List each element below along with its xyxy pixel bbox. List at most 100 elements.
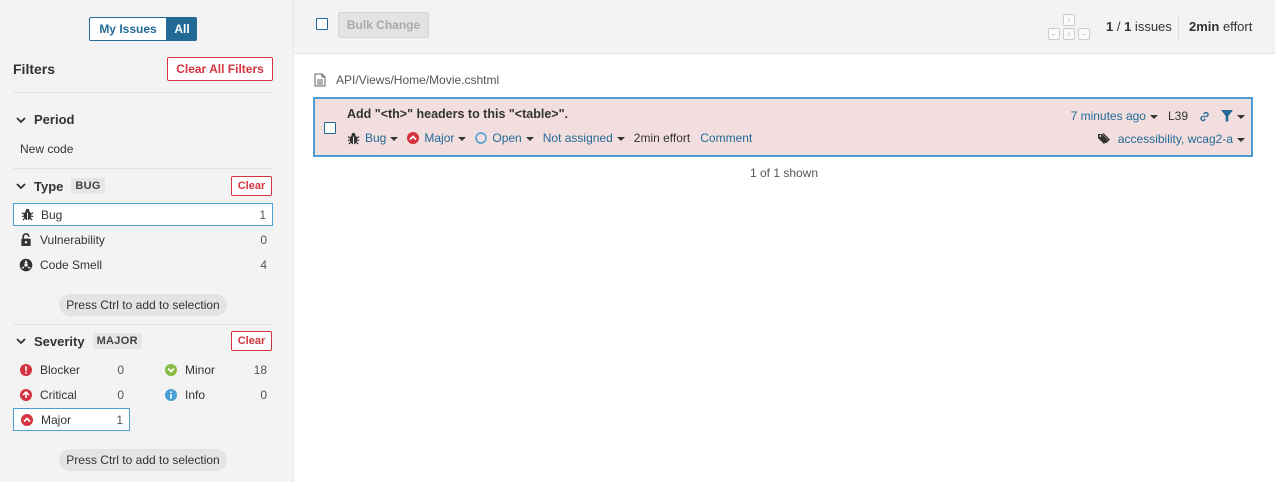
issue-effort: 2min effort: [633, 131, 691, 145]
permalink-icon[interactable]: [1198, 110, 1211, 123]
issue-status-dropdown[interactable]: Open: [475, 131, 534, 145]
type-item-label: Bug: [41, 207, 63, 222]
severity-item-count: 1: [116, 412, 123, 427]
major-icon: [20, 413, 34, 427]
severity-item-label: Info: [185, 387, 206, 402]
arrow-right-key-icon: →: [1078, 28, 1090, 40]
severity-clear-button[interactable]: Clear: [231, 331, 272, 351]
issue-checkbox[interactable]: [324, 122, 336, 134]
chevron-down-icon: [16, 116, 26, 123]
severity-badge: MAJOR: [92, 333, 142, 349]
keyboard-shortcuts-hint: ↑ ← ↓ →: [1048, 14, 1090, 42]
file-path-label: API/Views/Home/Movie.cshtml: [336, 73, 500, 87]
shown-count: 1 of 1 shown: [749, 166, 819, 180]
issue-severity-label: Major: [424, 131, 455, 145]
my-issues-button[interactable]: My Issues: [89, 17, 167, 41]
blocker-icon: [19, 363, 33, 377]
caret-down-icon: [458, 137, 467, 141]
issue-time-dropdown[interactable]: 7 minutes ago: [1071, 109, 1158, 123]
severity-item-label: Blocker: [40, 362, 81, 377]
severity-item-info[interactable]: Info 0: [158, 383, 273, 406]
type-item-count: 4: [260, 257, 267, 272]
type-item-label: Code Smell: [40, 257, 103, 272]
chevron-down-icon: [16, 183, 26, 190]
period-title: Period: [34, 112, 75, 127]
issue-tags-dropdown[interactable]: accessibility, wcag2-a: [1097, 132, 1245, 146]
severity-item-critical[interactable]: Critical 0: [13, 383, 130, 406]
severity-item-label: Critical: [40, 387, 77, 402]
severity-item-count: 0: [117, 387, 124, 402]
type-badge: BUG: [71, 178, 105, 194]
filters-title: Filters: [13, 61, 56, 77]
severity-item-minor[interactable]: Minor 18: [158, 358, 273, 381]
type-item-code-smell[interactable]: Code Smell 4: [13, 253, 273, 276]
comment-link[interactable]: Comment: [700, 131, 752, 145]
status-open-icon: [475, 132, 488, 144]
filter-similar-dropdown[interactable]: [1221, 110, 1245, 122]
severity-title: Severity: [34, 333, 85, 349]
severity-item-major[interactable]: Major 1: [13, 408, 130, 431]
issue-time-label: 7 minutes ago: [1070, 109, 1146, 123]
issue-tags-label: accessibility, wcag2-a: [1117, 132, 1233, 146]
all-issues-button[interactable]: All: [167, 17, 197, 41]
major-icon: [407, 132, 420, 144]
divider: [13, 324, 273, 325]
issue-title[interactable]: Add "<th>" headers to this "<table>".: [347, 107, 568, 121]
bulk-change-button[interactable]: Bulk Change: [338, 12, 429, 38]
severity-item-blocker[interactable]: Blocker 0: [13, 358, 130, 381]
scope-toggle: My Issues All: [89, 17, 197, 41]
severity-item-count: 0: [260, 387, 267, 402]
issue-row[interactable]: Add "<th>" headers to this "<table>". Bu…: [313, 97, 1253, 157]
issue-severity-dropdown[interactable]: Major: [407, 131, 467, 145]
divider: [1178, 14, 1179, 40]
component-file-path[interactable]: API/Views/Home/Movie.cshtml: [314, 73, 499, 87]
severity-item-label: Minor: [185, 362, 216, 377]
issue-right-info: 7 minutes ago L39: [1071, 109, 1245, 123]
filter-icon: [1221, 110, 1233, 122]
issue-line: L39: [1167, 109, 1188, 123]
divider: [13, 92, 273, 93]
code-smell-icon: [19, 258, 33, 272]
critical-icon: [19, 388, 33, 402]
type-item-count: 0: [260, 232, 267, 247]
issue-count: 1 / 1 issues: [1106, 19, 1172, 34]
severity-facet-header[interactable]: Severity MAJOR: [16, 333, 142, 349]
type-item-count: 1: [259, 207, 266, 222]
filters-sidebar: My Issues All Filters Clear All Filters …: [0, 0, 294, 482]
period-value[interactable]: New code: [20, 142, 73, 156]
type-item-bug[interactable]: Bug 1: [13, 203, 273, 226]
chevron-down-icon: [16, 338, 26, 345]
arrow-up-key-icon: ↑: [1063, 14, 1075, 26]
issue-meta: Bug Major Open Not assigned 2min effort …: [347, 131, 761, 145]
bug-icon: [20, 208, 34, 222]
type-ctrl-hint: Press Ctrl to add to selection: [59, 294, 227, 316]
arrow-left-key-icon: ←: [1048, 28, 1060, 40]
caret-down-icon: [525, 137, 534, 141]
caret-down-icon: [1237, 138, 1245, 142]
issue-assignee-dropdown[interactable]: Not assigned: [543, 131, 625, 145]
severity-ctrl-hint: Press Ctrl to add to selection: [59, 449, 227, 471]
issues-main: Bulk Change ↑ ← ↓ → 1 / 1 issues 2min ef…: [294, 0, 1275, 482]
caret-down-icon: [390, 137, 399, 141]
issue-assignee-label: Not assigned: [542, 131, 613, 145]
type-facet-header[interactable]: Type BUG: [16, 178, 105, 194]
total-effort: 2min effort: [1189, 19, 1253, 34]
type-item-vulnerability[interactable]: Vulnerability 0: [13, 228, 273, 251]
issue-status-label: Open: [492, 131, 522, 145]
period-facet-header[interactable]: Period: [16, 112, 74, 127]
type-clear-button[interactable]: Clear: [231, 176, 272, 196]
severity-item-count: 18: [253, 362, 267, 377]
caret-down-icon: [1149, 115, 1158, 119]
clear-all-filters-button[interactable]: Clear All Filters: [167, 57, 273, 81]
issues-toolbar: Bulk Change ↑ ← ↓ → 1 / 1 issues 2min ef…: [294, 0, 1275, 54]
severity-item-label: Major: [41, 412, 72, 427]
lock-icon: [19, 233, 33, 247]
caret-down-icon: [616, 137, 625, 141]
arrow-down-key-icon: ↓: [1063, 28, 1075, 40]
bug-icon: [347, 132, 360, 145]
minor-icon: [164, 363, 178, 377]
severity-item-count: 0: [117, 362, 124, 377]
issue-type-dropdown[interactable]: Bug: [347, 131, 399, 145]
tags-icon: [1097, 133, 1110, 144]
select-all-checkbox[interactable]: [316, 18, 328, 30]
